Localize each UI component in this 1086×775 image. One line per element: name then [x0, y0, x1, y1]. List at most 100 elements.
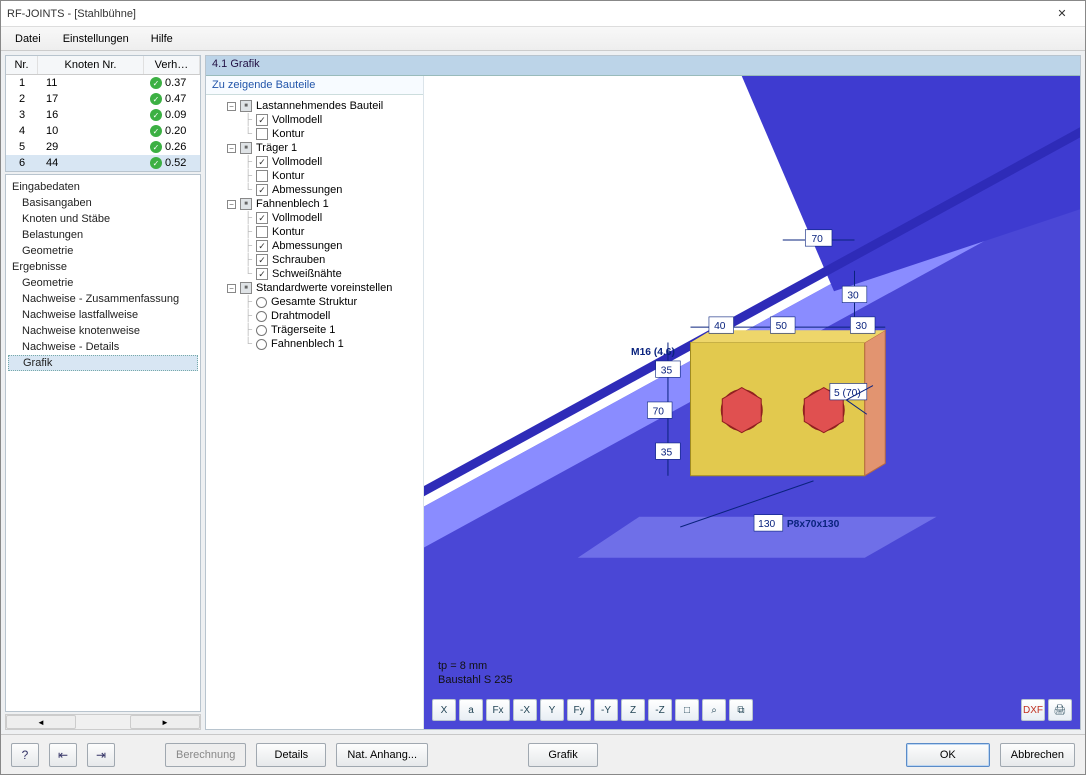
view-orient-button[interactable]: -X [513, 699, 537, 721]
collapse-icon[interactable]: − [227, 144, 236, 153]
table-row[interactable]: 5 29 ✓0.26 [6, 139, 200, 155]
grafik-button[interactable]: Grafik [528, 743, 598, 767]
nat-anhang-button[interactable]: Nat. Anhang... [336, 743, 428, 767]
col-knoten[interactable]: Knoten Nr. [38, 56, 144, 74]
prev-icon[interactable]: ⇤ [49, 743, 77, 767]
view-orient-button[interactable]: -Y [594, 699, 618, 721]
checkbox[interactable] [256, 268, 268, 280]
scroll-left-icon[interactable]: ◄ [6, 715, 76, 729]
checkbox[interactable] [256, 184, 268, 196]
view-orient-button[interactable]: X [432, 699, 456, 721]
tree-item[interactable]: └Schweißnähte [208, 267, 421, 281]
next-icon[interactable]: ⇥ [87, 743, 115, 767]
tristate-checkbox[interactable] [240, 142, 252, 154]
menu-datei[interactable]: Datei [5, 30, 51, 48]
abbrechen-button[interactable]: Abbrechen [1000, 743, 1075, 767]
view-orient-button[interactable]: Fy [567, 699, 591, 721]
menu-hilfe[interactable]: Hilfe [141, 30, 183, 48]
checkbox[interactable] [256, 156, 268, 168]
ok-button[interactable]: OK [906, 743, 990, 767]
checkbox[interactable] [256, 128, 268, 140]
tree-item[interactable]: ├Gesamte Struktur [208, 295, 421, 309]
tree-group[interactable]: − Standardwerte voreinstellen [208, 281, 421, 295]
radio[interactable] [256, 297, 267, 308]
nav-item[interactable]: Belastungen [8, 227, 198, 243]
tristate-checkbox[interactable] [240, 198, 252, 210]
dxf-export-button[interactable]: DXF [1021, 699, 1045, 721]
tree-item[interactable]: ├Schrauben [208, 253, 421, 267]
view-orient-button[interactable]: a [459, 699, 483, 721]
nav-item[interactable]: Geometrie [8, 275, 198, 291]
tree-line-icon: ├ [244, 170, 252, 182]
collapse-icon[interactable]: − [227, 200, 236, 209]
client-area: Nr. Knoten Nr. Verh… 1 11 ✓0.372 17 ✓0.4… [1, 51, 1085, 734]
tree-item[interactable]: └Abmessungen [208, 183, 421, 197]
nav-item[interactable]: Grafik [8, 355, 198, 371]
nav-group[interactable]: Ergebnisse [8, 259, 198, 275]
dim-v70: 70 [653, 406, 665, 417]
collapse-icon[interactable]: − [227, 284, 236, 293]
table-row[interactable]: 6 44 ✓0.52 [6, 155, 200, 171]
nav-item[interactable]: Knoten und Stäbe [8, 211, 198, 227]
checkbox[interactable] [256, 240, 268, 252]
col-verh[interactable]: Verh… [144, 56, 200, 74]
tree-item[interactable]: ├Vollmodell [208, 211, 421, 225]
nav-item[interactable]: Nachweise - Zusammenfassung [8, 291, 198, 307]
details-button[interactable]: Details [256, 743, 326, 767]
tree-item[interactable]: ├Drahtmodell [208, 309, 421, 323]
tree-line-icon: ├ [244, 226, 252, 238]
panel-title: 4.1 Grafik [206, 56, 1080, 76]
nav-scrollbar[interactable]: ◄ ► [5, 714, 201, 730]
tree-group[interactable]: − Lastannehmendes Bauteil [208, 99, 421, 113]
checkbox[interactable] [256, 226, 268, 238]
view-orient-button[interactable]: Z [621, 699, 645, 721]
tree-item[interactable]: ├Trägerseite 1 [208, 323, 421, 337]
viewport-3d[interactable]: 70 30 40 50 30 [424, 76, 1080, 729]
view-orient-button[interactable]: Y [540, 699, 564, 721]
radio[interactable] [256, 325, 267, 336]
nav-group[interactable]: Eingabedaten [8, 179, 198, 195]
tree-item[interactable]: └Kontur [208, 127, 421, 141]
radio[interactable] [256, 311, 267, 322]
checkbox[interactable] [256, 212, 268, 224]
hole-spec-label: 5 (70) [834, 388, 861, 399]
view-orient-button[interactable]: ⌕ [702, 699, 726, 721]
view-orient-button[interactable]: Fx [486, 699, 510, 721]
checkbox[interactable] [256, 114, 268, 126]
scroll-track[interactable] [76, 715, 130, 729]
tree-group[interactable]: − Fahnenblech 1 [208, 197, 421, 211]
view-orient-button[interactable]: ⧉ [729, 699, 753, 721]
radio[interactable] [256, 339, 267, 350]
print-button[interactable]: 🖨 [1048, 699, 1072, 721]
view-orient-button[interactable]: -Z [648, 699, 672, 721]
tree-group[interactable]: − Träger 1 [208, 141, 421, 155]
col-nr[interactable]: Nr. [6, 56, 38, 74]
nav-item[interactable]: Nachweise knotenweise [8, 323, 198, 339]
table-row[interactable]: 1 11 ✓0.37 [6, 75, 200, 91]
checkbox[interactable] [256, 170, 268, 182]
table-row[interactable]: 3 16 ✓0.09 [6, 107, 200, 123]
tree-item[interactable]: ├Kontur [208, 169, 421, 183]
tree-item[interactable]: ├Kontur [208, 225, 421, 239]
checkbox[interactable] [256, 254, 268, 266]
nav-item[interactable]: Nachweise lastfallweise [8, 307, 198, 323]
table-row[interactable]: 4 10 ✓0.20 [6, 123, 200, 139]
scroll-right-icon[interactable]: ► [130, 715, 200, 729]
table-row[interactable]: 2 17 ✓0.47 [6, 91, 200, 107]
tree-item[interactable]: ├Abmessungen [208, 239, 421, 253]
help-button[interactable]: ? [11, 743, 39, 767]
tree-item[interactable]: └Fahnenblech 1 [208, 337, 421, 351]
collapse-icon[interactable]: − [227, 102, 236, 111]
menu-einstellungen[interactable]: Einstellungen [53, 30, 139, 48]
tree-item[interactable]: ├Vollmodell [208, 113, 421, 127]
nav-item[interactable]: Geometrie [8, 243, 198, 259]
view-orient-button[interactable]: □ [675, 699, 699, 721]
tree-item[interactable]: ├Vollmodell [208, 155, 421, 169]
tree-item-label: Fahnenblech 1 [271, 338, 344, 350]
tristate-checkbox[interactable] [240, 282, 252, 294]
berechnung-button[interactable]: Berechnung [165, 743, 246, 767]
nav-item[interactable]: Nachweise - Details [8, 339, 198, 355]
nav-item[interactable]: Basisangaben [8, 195, 198, 211]
close-icon[interactable]: ✕ [1045, 4, 1079, 24]
tristate-checkbox[interactable] [240, 100, 252, 112]
